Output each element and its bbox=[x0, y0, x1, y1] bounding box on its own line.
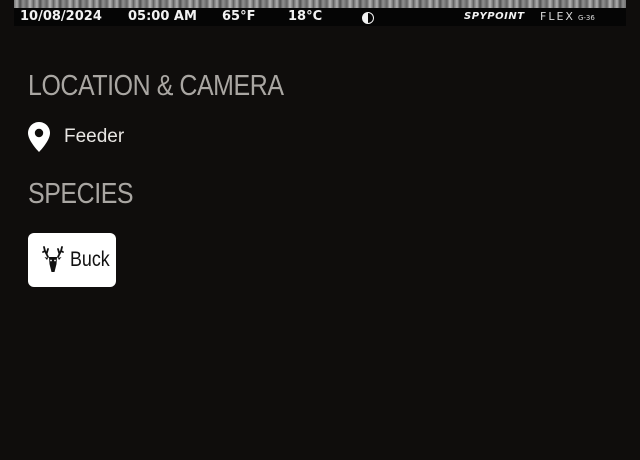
species-chip-label: Buck bbox=[70, 248, 110, 271]
location-camera-heading: LOCATION & CAMERA bbox=[28, 70, 284, 102]
photo-temp-celsius: 18°C bbox=[288, 9, 323, 24]
camera-location-row[interactable]: Feeder bbox=[28, 122, 124, 152]
species-chip-buck[interactable]: Buck bbox=[28, 233, 116, 287]
camera-model-code: G-36 bbox=[577, 14, 595, 22]
camera-name: Feeder bbox=[64, 126, 125, 147]
location-pin-icon bbox=[28, 122, 50, 152]
camera-model-name: FLEX bbox=[540, 10, 575, 23]
photo-date: 10/08/2024 bbox=[20, 9, 102, 24]
photo-temp-fahrenheit: 65°F bbox=[222, 9, 256, 24]
photo-time: 05:00 AM bbox=[128, 9, 197, 24]
deer-head-icon bbox=[42, 245, 64, 275]
photo-info-stamp: 10/08/2024 05:00 AM 65°F 18°C SPYPOINT F… bbox=[14, 8, 626, 26]
camera-photo-preview[interactable]: 10/08/2024 05:00 AM 65°F 18°C SPYPOINT F… bbox=[14, 0, 626, 26]
media-details-panel: 10/08/2024 05:00 AM 65°F 18°C SPYPOINT F… bbox=[0, 0, 640, 460]
moon-phase-icon bbox=[362, 12, 374, 24]
species-heading: SPECIES bbox=[28, 178, 134, 210]
brand-logo: SPYPOINT bbox=[464, 11, 525, 22]
camera-model: FLEX G-36 bbox=[540, 8, 595, 26]
photo-image-edge bbox=[14, 0, 626, 8]
